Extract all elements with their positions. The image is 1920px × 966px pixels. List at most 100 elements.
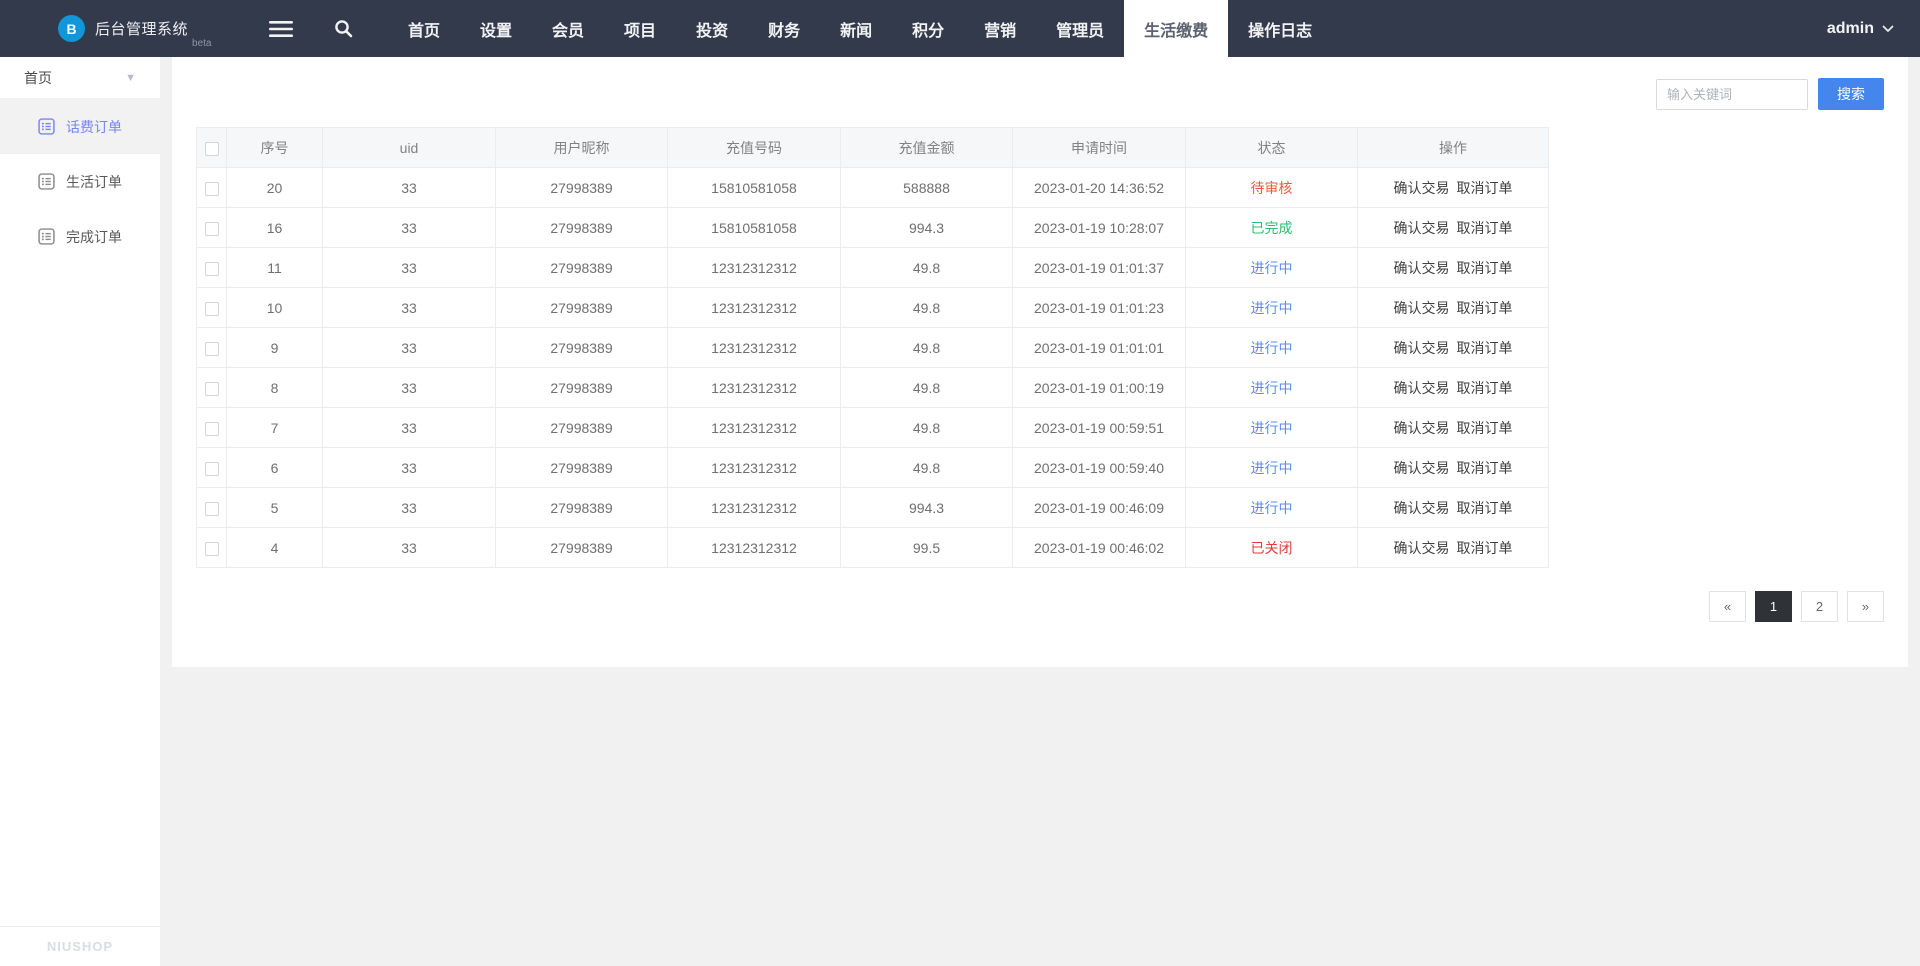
- row-checkbox[interactable]: [204, 181, 219, 196]
- cell-number: 12312312312: [667, 407, 841, 448]
- sidebar-footer-logo: NIUSHOP: [0, 926, 160, 966]
- row-select-cell: [196, 207, 227, 248]
- orders-table: 序号 uid 用户昵称 充值号码 充值金额 申请时间 状态 操作 20 33 279…: [196, 127, 1549, 568]
- cell-time: 2023-01-19 10:28:07: [1012, 207, 1186, 248]
- sidebar-item-1[interactable]: 生活订单: [0, 154, 160, 209]
- status-badge: 进行中: [1250, 499, 1293, 516]
- pager-page-1[interactable]: 1: [1755, 591, 1792, 622]
- row-checkbox[interactable]: [204, 221, 219, 236]
- sidebar-item-0[interactable]: 话费订单: [0, 99, 160, 154]
- sidebar-item-2[interactable]: 完成订单: [0, 209, 160, 264]
- cell-seq: 8: [226, 367, 323, 408]
- status-badge: 进行中: [1250, 339, 1293, 356]
- cancel-order-link[interactable]: 取消订单: [1457, 540, 1513, 556]
- main-area: 搜索 序号 uid 用户昵称 充值号码 充值金额 申请时间: [160, 57, 1920, 966]
- user-menu[interactable]: admin: [1827, 0, 1920, 57]
- row-select-cell: [196, 367, 227, 408]
- nav-item-10[interactable]: 生活缴费: [1124, 0, 1229, 57]
- table-row: 11 33 27998389 12312312312 49.8 2023-01-19 01…: [196, 247, 1549, 288]
- row-checkbox[interactable]: [204, 461, 219, 476]
- cancel-order-link[interactable]: 取消订单: [1457, 500, 1513, 516]
- cancel-order-link[interactable]: 取消订单: [1457, 260, 1513, 276]
- nav-item-11[interactable]: 操作日志: [1228, 0, 1332, 57]
- col-number: 充值号码: [667, 127, 841, 168]
- nav-item-1[interactable]: 设置: [460, 0, 532, 57]
- confirm-trade-link[interactable]: 确认交易: [1394, 420, 1450, 436]
- cell-amount: 994.3: [840, 487, 1013, 528]
- cell-status: 待审核: [1185, 167, 1358, 208]
- confirm-trade-link[interactable]: 确认交易: [1394, 260, 1450, 276]
- nav-item-0[interactable]: 首页: [388, 0, 460, 57]
- confirm-trade-link[interactable]: 确认交易: [1394, 460, 1450, 476]
- cell-actions: 确认交易 取消订单: [1357, 487, 1549, 528]
- confirm-trade-link[interactable]: 确认交易: [1394, 300, 1450, 316]
- confirm-trade-link[interactable]: 确认交易: [1394, 380, 1450, 396]
- cell-time: 2023-01-19 00:59:40: [1012, 447, 1186, 488]
- search-input[interactable]: [1656, 78, 1808, 110]
- confirm-trade-link[interactable]: 确认交易: [1394, 180, 1450, 196]
- col-actions: 操作: [1357, 127, 1549, 168]
- cell-seq: 9: [226, 327, 323, 368]
- cell-amount: 49.8: [840, 247, 1013, 288]
- cell-actions: 确认交易 取消订单: [1357, 447, 1549, 488]
- search-submit-button[interactable]: 搜索: [1818, 78, 1884, 110]
- list-icon: [38, 118, 55, 135]
- row-checkbox[interactable]: [204, 501, 219, 516]
- sidebar-group-home[interactable]: 首页 ▼: [0, 57, 160, 99]
- pager-next-button[interactable]: »: [1847, 591, 1884, 622]
- user-name: admin: [1826, 19, 1874, 37]
- status-badge: 进行中: [1250, 419, 1293, 436]
- cell-nickname: 27998389: [495, 167, 668, 208]
- nav-item-5[interactable]: 财务: [748, 0, 820, 57]
- row-checkbox[interactable]: [204, 421, 219, 436]
- nav-item-8[interactable]: 营销: [964, 0, 1036, 57]
- row-checkbox[interactable]: [204, 261, 219, 276]
- row-checkbox[interactable]: [204, 381, 219, 396]
- cell-nickname: 27998389: [495, 207, 668, 248]
- cancel-order-link[interactable]: 取消订单: [1457, 300, 1513, 316]
- cell-seq: 11: [226, 247, 323, 288]
- hamburger-menu-button[interactable]: [250, 0, 312, 57]
- nav-item-6[interactable]: 新闻: [820, 0, 892, 57]
- cell-amount: 588888: [840, 167, 1013, 208]
- status-badge: 已关闭: [1250, 539, 1293, 556]
- status-badge: 已完成: [1250, 219, 1293, 236]
- row-checkbox[interactable]: [204, 341, 219, 356]
- nav-item-2[interactable]: 会员: [532, 0, 604, 57]
- cell-status: 进行中: [1185, 367, 1358, 408]
- cell-nickname: 27998389: [495, 527, 668, 568]
- cell-uid: 33: [322, 207, 496, 248]
- row-select-cell: [196, 167, 227, 208]
- top-navbar: B 后台管理系统 beta 首页 设置 会员 项目 投资 财务 新闻 积分 营销 管理员 生活缴费操…: [0, 0, 1920, 57]
- nav-item-7[interactable]: 积分: [892, 0, 964, 57]
- cancel-order-link[interactable]: 取消订单: [1457, 460, 1513, 476]
- row-checkbox[interactable]: [204, 541, 219, 556]
- nav-item-3[interactable]: 项目: [604, 0, 676, 57]
- confirm-trade-link[interactable]: 确认交易: [1394, 220, 1450, 236]
- nav-search-button[interactable]: [312, 0, 374, 57]
- confirm-trade-link[interactable]: 确认交易: [1394, 340, 1450, 356]
- nav-item-4[interactable]: 投资: [676, 0, 748, 57]
- cancel-order-link[interactable]: 取消订单: [1457, 380, 1513, 396]
- cell-uid: 33: [322, 287, 496, 328]
- pager-page-2[interactable]: 2: [1801, 591, 1838, 622]
- col-status: 状态: [1185, 127, 1358, 168]
- cell-actions: 确认交易 取消订单: [1357, 327, 1549, 368]
- cell-amount: 49.8: [840, 447, 1013, 488]
- pager-prev-button[interactable]: «: [1709, 591, 1746, 622]
- cancel-order-link[interactable]: 取消订单: [1457, 180, 1513, 196]
- nav-item-9[interactable]: 管理员: [1036, 0, 1124, 57]
- cell-status: 进行中: [1185, 327, 1358, 368]
- select-all-checkbox[interactable]: [204, 141, 219, 156]
- confirm-trade-link[interactable]: 确认交易: [1394, 500, 1450, 516]
- cancel-order-link[interactable]: 取消订单: [1457, 340, 1513, 356]
- cell-uid: 33: [322, 167, 496, 208]
- sidebar: 首页 ▼ 话费订单 生活订单 完成订单 NIUSHOP: [0, 57, 160, 966]
- confirm-trade-link[interactable]: 确认交易: [1394, 540, 1450, 556]
- brand: B 后台管理系统 beta: [0, 0, 250, 57]
- cancel-order-link[interactable]: 取消订单: [1457, 220, 1513, 236]
- cancel-order-link[interactable]: 取消订单: [1457, 420, 1513, 436]
- row-select-cell: [196, 527, 227, 568]
- sidebar-items: 话费订单 生活订单 完成订单: [0, 99, 160, 926]
- row-checkbox[interactable]: [204, 301, 219, 316]
